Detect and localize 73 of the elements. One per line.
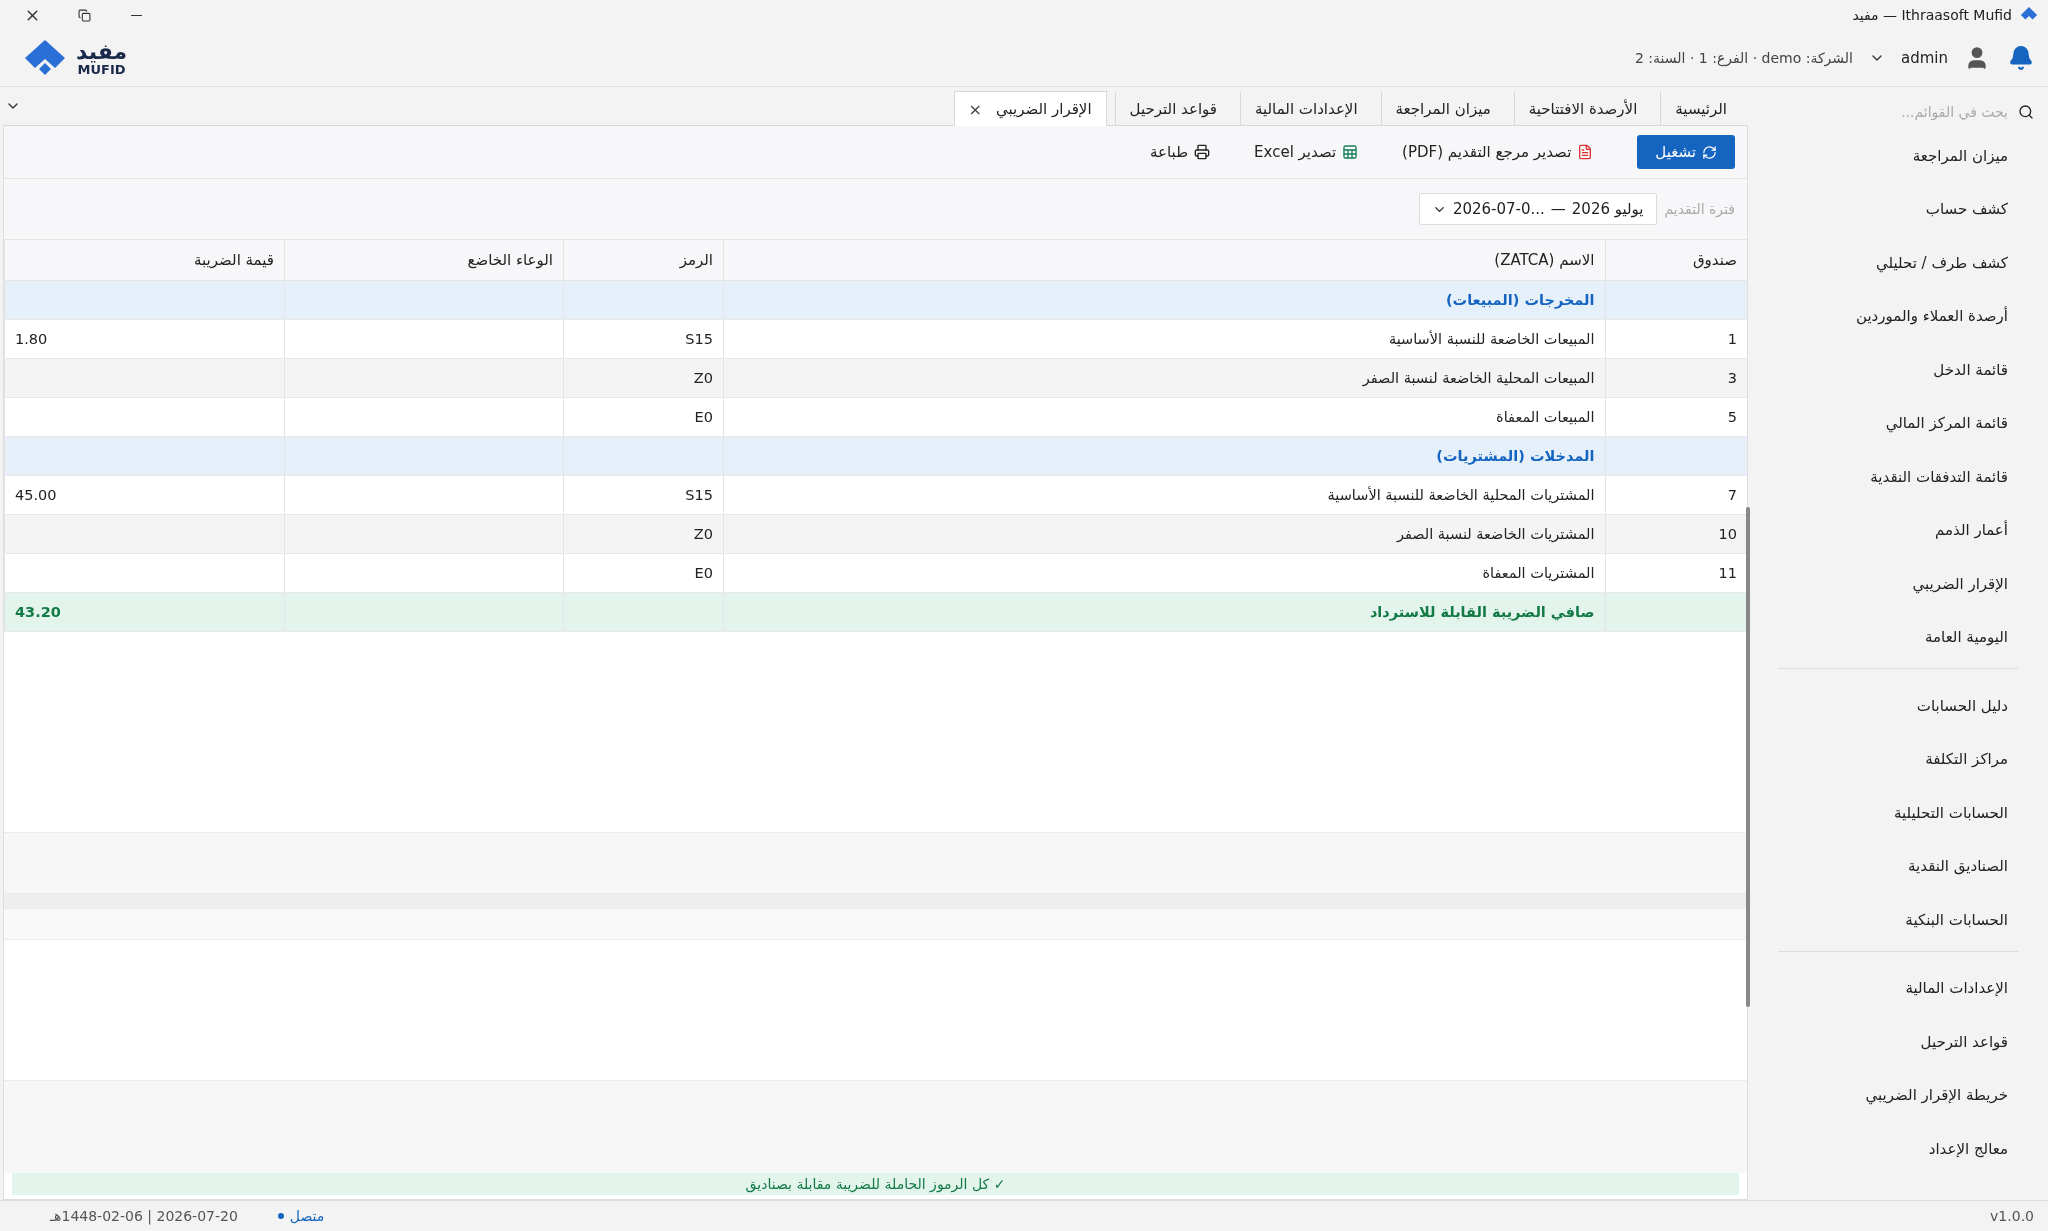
sidebar-item[interactable]: الإعدادات المالية <box>1748 961 2048 1015</box>
column-header: الاسم (ZATCA) <box>723 240 1605 281</box>
sidebar-item[interactable]: ميزان المراجعة <box>1748 129 2048 183</box>
scrollbar[interactable] <box>1746 507 1750 1007</box>
table-cell: المبيعات المعفاة <box>723 397 1605 437</box>
sidebar-item[interactable]: معالج الإعداد <box>1748 1122 2048 1176</box>
filter-label: فترة التقديم <box>1664 201 1735 217</box>
print-button[interactable]: طباعة <box>1150 139 1211 165</box>
connection-status: متصل <box>277 1208 325 1224</box>
table-cell: 3 <box>1605 358 1747 398</box>
sidebar-item[interactable]: أعمار الذمم <box>1748 503 2048 557</box>
menu-search-field[interactable]: بحث في القوائم... <box>1762 103 2010 121</box>
version-label: v1.0.0 <box>1990 1208 2034 1224</box>
table-cell: صافي الضريبة القابلة للاسترداد <box>723 592 1605 632</box>
logo-text: MUFID <box>77 62 126 76</box>
table-cell: المشتريات المعفاة <box>723 553 1605 593</box>
table-cell: المخرجات (المبيعات) <box>723 280 1605 320</box>
column-header: الرمز <box>563 240 724 281</box>
table-cell: Z0 <box>563 514 724 554</box>
sidebar-item[interactable]: قائمة المركز المالي <box>1748 396 2048 450</box>
table-cell: 5 <box>1605 397 1747 437</box>
export-button[interactable]: تصدير Excel <box>1254 139 1359 165</box>
table-cell: S15 <box>563 475 724 515</box>
sidebar-item[interactable]: الإقرار الضريبي <box>1748 557 2048 611</box>
spreadsheet-icon <box>1342 144 1359 160</box>
table-cell: 10 <box>1605 514 1747 554</box>
sidebar-item[interactable]: قائمة التدفقات النقدية <box>1748 450 2048 504</box>
validation-note: ✓ كل الرموز الحاملة للضريبة مقابلة بصناديق <box>12 1173 1739 1195</box>
table-cell: المشتريات المحلية الخاضعة للنسبة الأساسية <box>723 475 1605 515</box>
table-cell: Z0 <box>563 358 724 398</box>
sidebar-item[interactable]: كشف طرف / تحليلي <box>1748 236 2048 290</box>
table-cell: 11 <box>1605 553 1747 593</box>
sidebar-item[interactable]: الحسابات البنكية <box>1748 893 2048 947</box>
tab[interactable]: الإقرار الضريبي × <box>953 91 1107 126</box>
column-header: قيمة الضريبة <box>4 240 285 281</box>
minimize-icon <box>130 14 142 16</box>
document-icon <box>1577 144 1594 160</box>
sidebar-item[interactable]: الصناديق النقدية <box>1748 839 2048 893</box>
date-label: 2026-07-20 | 1448-02-06هـ <box>50 1208 238 1224</box>
sidebar-item[interactable]: أرصدة العملاء والموردين <box>1748 289 2048 343</box>
table-cell: 45.00 <box>4 475 285 515</box>
refresh-icon <box>1702 144 1717 160</box>
table-cell: المبيعات المحلية الخاضعة لنسبة الصفر <box>723 358 1605 398</box>
table-cell: E0 <box>563 553 724 593</box>
export-button[interactable]: تصدير مرجع التقديم (PDF) <box>1402 139 1594 165</box>
sidebar-item[interactable]: قواعد الترحيل <box>1748 1015 2048 1069</box>
table-cell: 7 <box>1605 475 1747 515</box>
table-cell: 1.80 <box>4 319 285 359</box>
restore-icon <box>77 8 91 22</box>
sidebar-item[interactable]: دليل الحسابات <box>1748 679 2048 733</box>
company-context: الشركة: demo · الفرع: 1 · السنة: 2 <box>1635 50 1853 66</box>
table-cell: المشتريات الخاضعة لنسبة الصفر <box>723 514 1605 554</box>
table-cell: المبيعات الخاضعة للنسبة الأساسية <box>723 319 1605 359</box>
sidebar-item[interactable]: اليومية العامة <box>1748 610 2048 664</box>
sidebar-item[interactable]: قائمة الدخل <box>1748 343 2048 397</box>
window-title: Ithraasoft Mufid — مفيد <box>1852 7 2012 23</box>
table-cell: 1 <box>1605 319 1747 359</box>
sidebar-item[interactable]: مراكز التكلفة <box>1748 732 2048 786</box>
run-button[interactable]: تشغيل <box>1637 135 1735 169</box>
logo-text: مفيد <box>76 40 128 63</box>
table-cell: E0 <box>563 397 724 437</box>
sidebar-item[interactable]: كشف حساب <box>1748 182 2048 236</box>
user-name: admin <box>1901 49 1948 67</box>
column-header: الوعاء الخاضع <box>284 240 564 281</box>
sidebar-item[interactable]: خريطة الإقرار الضريبي <box>1748 1068 2048 1122</box>
printer-icon <box>1194 144 1211 160</box>
sidebar-item[interactable]: الحسابات التحليلية <box>1748 786 2048 840</box>
search-icon <box>2018 104 2034 120</box>
table-cell: 43.20 <box>4 592 285 632</box>
tab-close-button[interactable]: × <box>968 99 982 119</box>
table-cell: المدخلات (المشتريات) <box>723 436 1605 476</box>
table-cell: S15 <box>563 319 724 359</box>
column-header: صندوق <box>1605 240 1747 281</box>
